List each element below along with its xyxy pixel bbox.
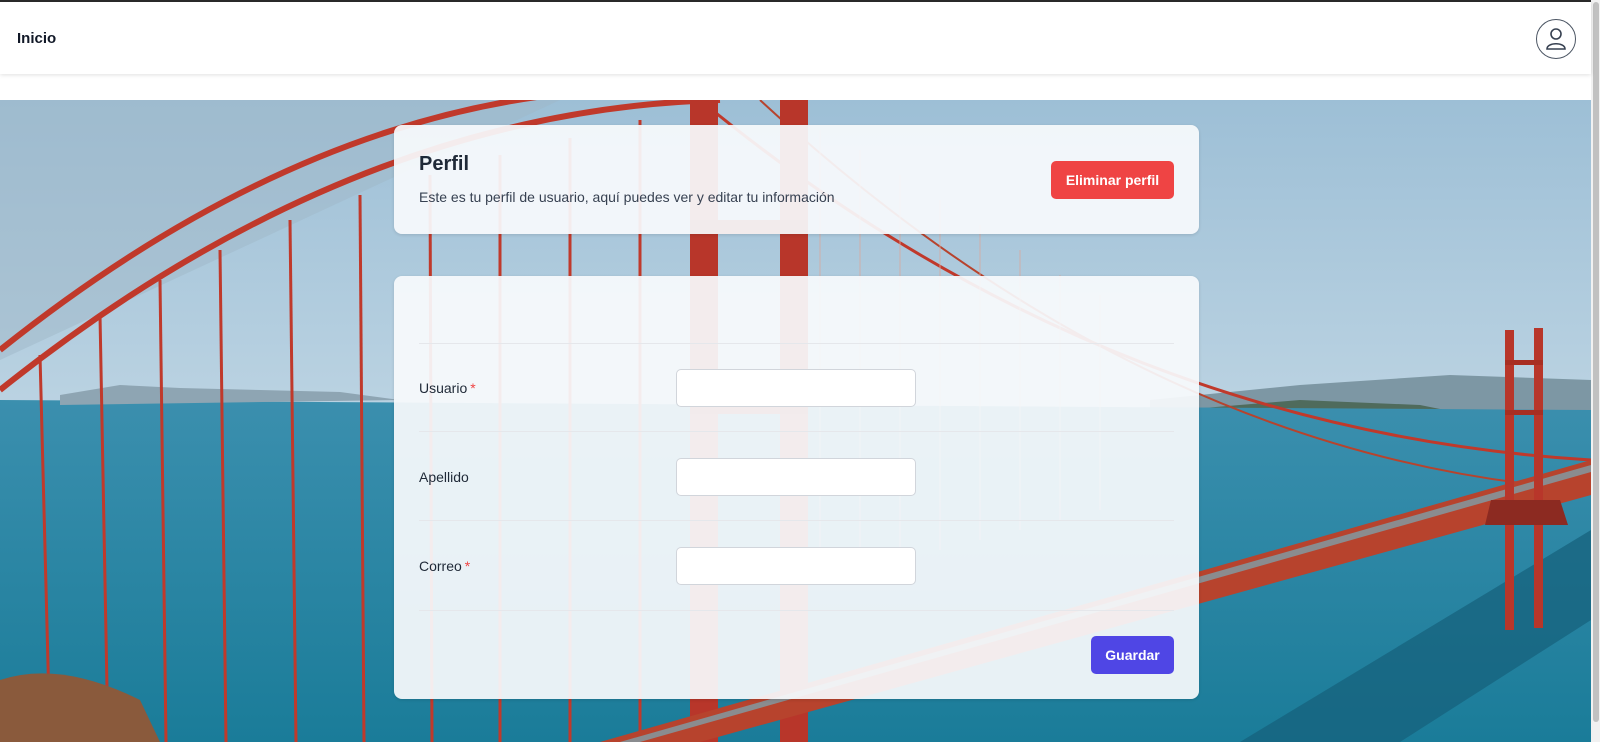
username-input[interactable] xyxy=(676,369,916,407)
user-circle-icon xyxy=(1546,28,1566,50)
divider xyxy=(419,520,1174,521)
user-avatar-button[interactable] xyxy=(1536,19,1576,59)
save-button[interactable]: Guardar xyxy=(1091,636,1174,674)
delete-profile-button[interactable]: Eliminar perfil xyxy=(1051,161,1174,199)
divider xyxy=(419,431,1174,432)
required-marker: * xyxy=(464,558,471,574)
username-label: Usuario * xyxy=(419,380,476,396)
required-marker: * xyxy=(470,380,476,396)
email-label: Correo * xyxy=(419,558,470,574)
profile-form-card: Usuario * Apellido Correo * Guardar xyxy=(394,276,1199,699)
scrollbar[interactable] xyxy=(1591,0,1600,742)
divider xyxy=(419,610,1174,611)
username-label-text: Usuario xyxy=(419,380,468,396)
email-input[interactable] xyxy=(676,547,916,585)
scrollbar-thumb[interactable] xyxy=(1593,2,1599,722)
page-subtitle: Este es tu perfil de usuario, aquí puede… xyxy=(419,189,835,205)
nav-home-link[interactable]: Inicio xyxy=(17,30,56,47)
lastname-input[interactable] xyxy=(676,458,916,496)
page-title: Perfil xyxy=(419,153,470,175)
lastname-label: Apellido xyxy=(419,469,469,485)
divider xyxy=(419,343,1174,344)
email-label-text: Correo xyxy=(419,558,462,574)
profile-header-card: Perfil Este es tu perfil de usuario, aqu… xyxy=(394,125,1199,234)
navbar: Inicio xyxy=(0,2,1591,74)
